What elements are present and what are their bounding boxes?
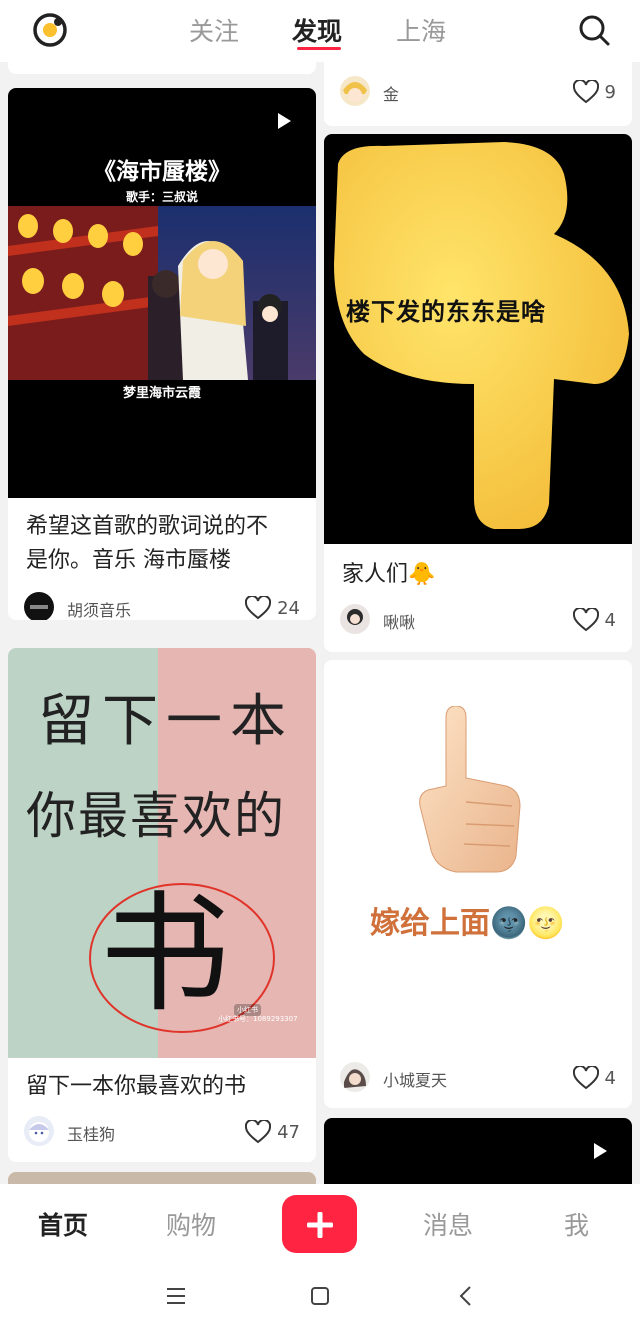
discover-feed[interactable]: 金 9 《海市蜃楼》 歌手：三叔说 梦里海市云霞 希望这首歌的歌词说的不 是你。… [0,62,640,1184]
cover-text: 嫁给上面🌚🌝 [370,906,565,941]
author-name[interactable]: 玉桂狗 [67,1121,115,1145]
note-title[interactable]: 家人们🐥 [342,558,435,592]
note-card-marry[interactable]: 嫁给上面🌚🌝 小城夏天 4 [324,660,632,1108]
search-icon[interactable] [576,12,612,48]
note-card-hand[interactable]: 楼下发的东东是啥 家人们🐥 啾啾 4 [324,134,632,652]
video-play-icon [278,113,291,129]
note-title-line: 是你。音乐 海市蜃楼 [26,548,231,573]
card-meta: 小城夏天 4 [340,1062,616,1094]
cover-caption: 梦里海市云霞 [122,386,201,401]
handwritten-line-2: 你最喜欢的 [26,787,286,845]
avatar[interactable] [24,592,54,620]
avatar[interactable] [340,76,370,106]
cover-text: 楼下发的东东是啥 [346,298,546,326]
card-cover-image: 楼下发的东东是啥 [324,134,632,544]
heart-icon [245,1120,272,1144]
author-name[interactable]: 胡须音乐 [67,597,131,620]
home-icon[interactable] [310,1286,330,1306]
card-meta: 玉桂狗 47 [24,1116,300,1148]
back-icon[interactable] [458,1285,472,1307]
heart-icon [572,1066,599,1090]
note-card-music[interactable]: 《海市蜃楼》 歌手：三叔说 梦里海市云霞 希望这首歌的歌词说的不 是你。音乐 海… [8,88,316,620]
pointing-up-hand-image [419,706,521,873]
like-button[interactable]: 9 [572,78,616,106]
menu-icon[interactable] [166,1286,186,1306]
partial-card-bottom-right[interactable] [324,1118,632,1184]
plus-icon [307,1212,333,1238]
like-count: 4 [604,1067,616,1089]
card-meta: 金 9 [340,76,616,108]
anime-scene-image [8,206,316,380]
tab-shanghai[interactable]: 上海 [396,12,446,48]
avatar[interactable] [24,1116,54,1146]
tab-shopping[interactable]: 购物 [166,1206,216,1242]
like-button[interactable]: 4 [572,606,616,634]
note-card-book[interactable]: 留下一本 你最喜欢的 书 小红书 小红书号：1089293307 留下一本你最喜… [8,648,316,1162]
author-name[interactable]: 金 [383,81,399,105]
like-button[interactable]: 24 [245,594,300,620]
note-title[interactable]: 希望这首歌的歌词说的不 是你。音乐 海市蜃楼 [26,510,268,578]
partial-card-right[interactable]: 金 9 [324,62,632,126]
publish-button[interactable] [282,1195,357,1253]
tab-messages[interactable]: 消息 [423,1206,473,1242]
author-name[interactable]: 小城夏天 [383,1067,447,1091]
avatar[interactable] [340,604,370,634]
note-title[interactable]: 留下一本你最喜欢的书 [26,1070,246,1104]
like-count: 47 [277,1121,300,1143]
heart-icon [572,80,599,104]
heart-icon [572,608,599,632]
tab-me[interactable]: 我 [564,1206,589,1242]
like-button[interactable]: 4 [572,1064,616,1092]
card-meta: 啾啾 4 [340,604,616,636]
tab-discover[interactable]: 发现 [292,12,342,48]
like-count: 4 [604,609,616,631]
handwritten-book-char: 书 [100,878,231,1030]
top-navigation: 关注 发现 上海 [0,0,640,62]
tab-home[interactable]: 首页 [38,1206,88,1242]
like-count: 24 [277,597,300,619]
author-name[interactable]: 啾啾 [383,609,415,633]
heart-icon [245,596,272,620]
card-cover-video: 《海市蜃楼》 歌手：三叔说 梦里海市云霞 [8,88,316,498]
partial-card-left[interactable] [8,62,316,74]
partial-card-bottom-left[interactable] [8,1172,316,1184]
card-meta: 胡须音乐 24 [24,592,300,620]
like-count: 9 [604,81,616,103]
card-cover-image: 嫁给上面🌚🌝 [324,660,632,1045]
video-play-icon [594,1143,607,1159]
active-tab-indicator [297,47,341,50]
pointing-down-hand-image [334,142,629,529]
cover-song-title: 《海市蜃楼》 [93,158,231,185]
like-button[interactable]: 47 [245,1118,300,1146]
tab-follow[interactable]: 关注 [189,12,239,48]
bottom-tabbar: 首页 购物 消息 我 [0,1184,640,1264]
card-cover-image: 留下一本 你最喜欢的 书 小红书 小红书号：1089293307 [8,648,316,1058]
cover-singer: 歌手：三叔说 [125,190,198,204]
system-navigation-bar [0,1264,640,1336]
watermark-text: 小红书号：1089293307 [218,1015,298,1023]
note-title-line: 希望这首歌的歌词说的不 [26,514,269,539]
handwritten-line-1: 留下一本 [38,689,294,754]
avatar[interactable] [340,1062,370,1092]
